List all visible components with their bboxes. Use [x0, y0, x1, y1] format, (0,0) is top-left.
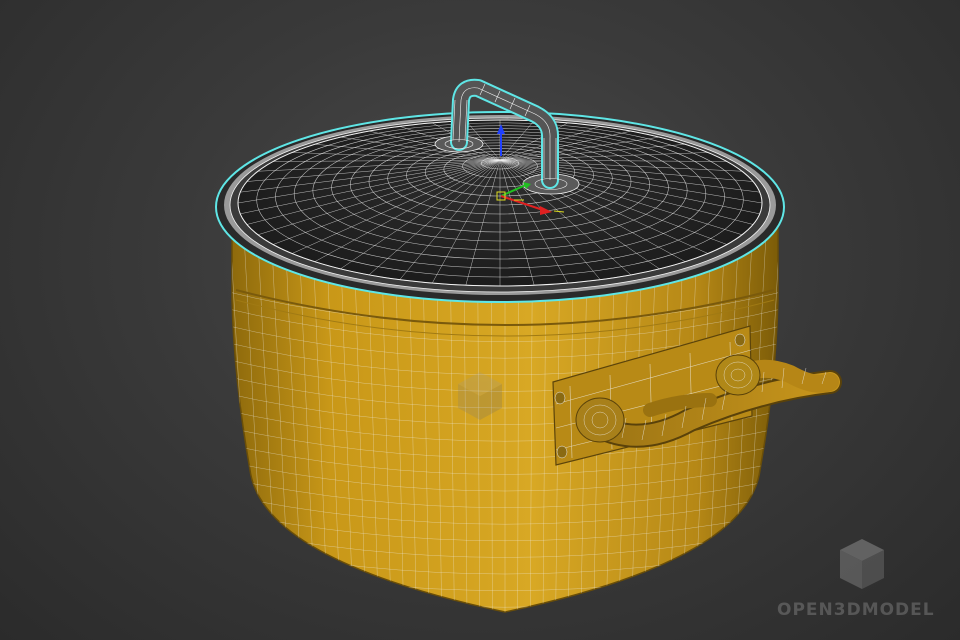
cube-logo-icon [840, 539, 884, 589]
3d-viewport[interactable]: OPEN3DMODEL [0, 0, 960, 640]
brand-watermark: OPEN3DMODEL [777, 536, 947, 626]
brand-text: OPEN3DMODEL [777, 600, 935, 620]
